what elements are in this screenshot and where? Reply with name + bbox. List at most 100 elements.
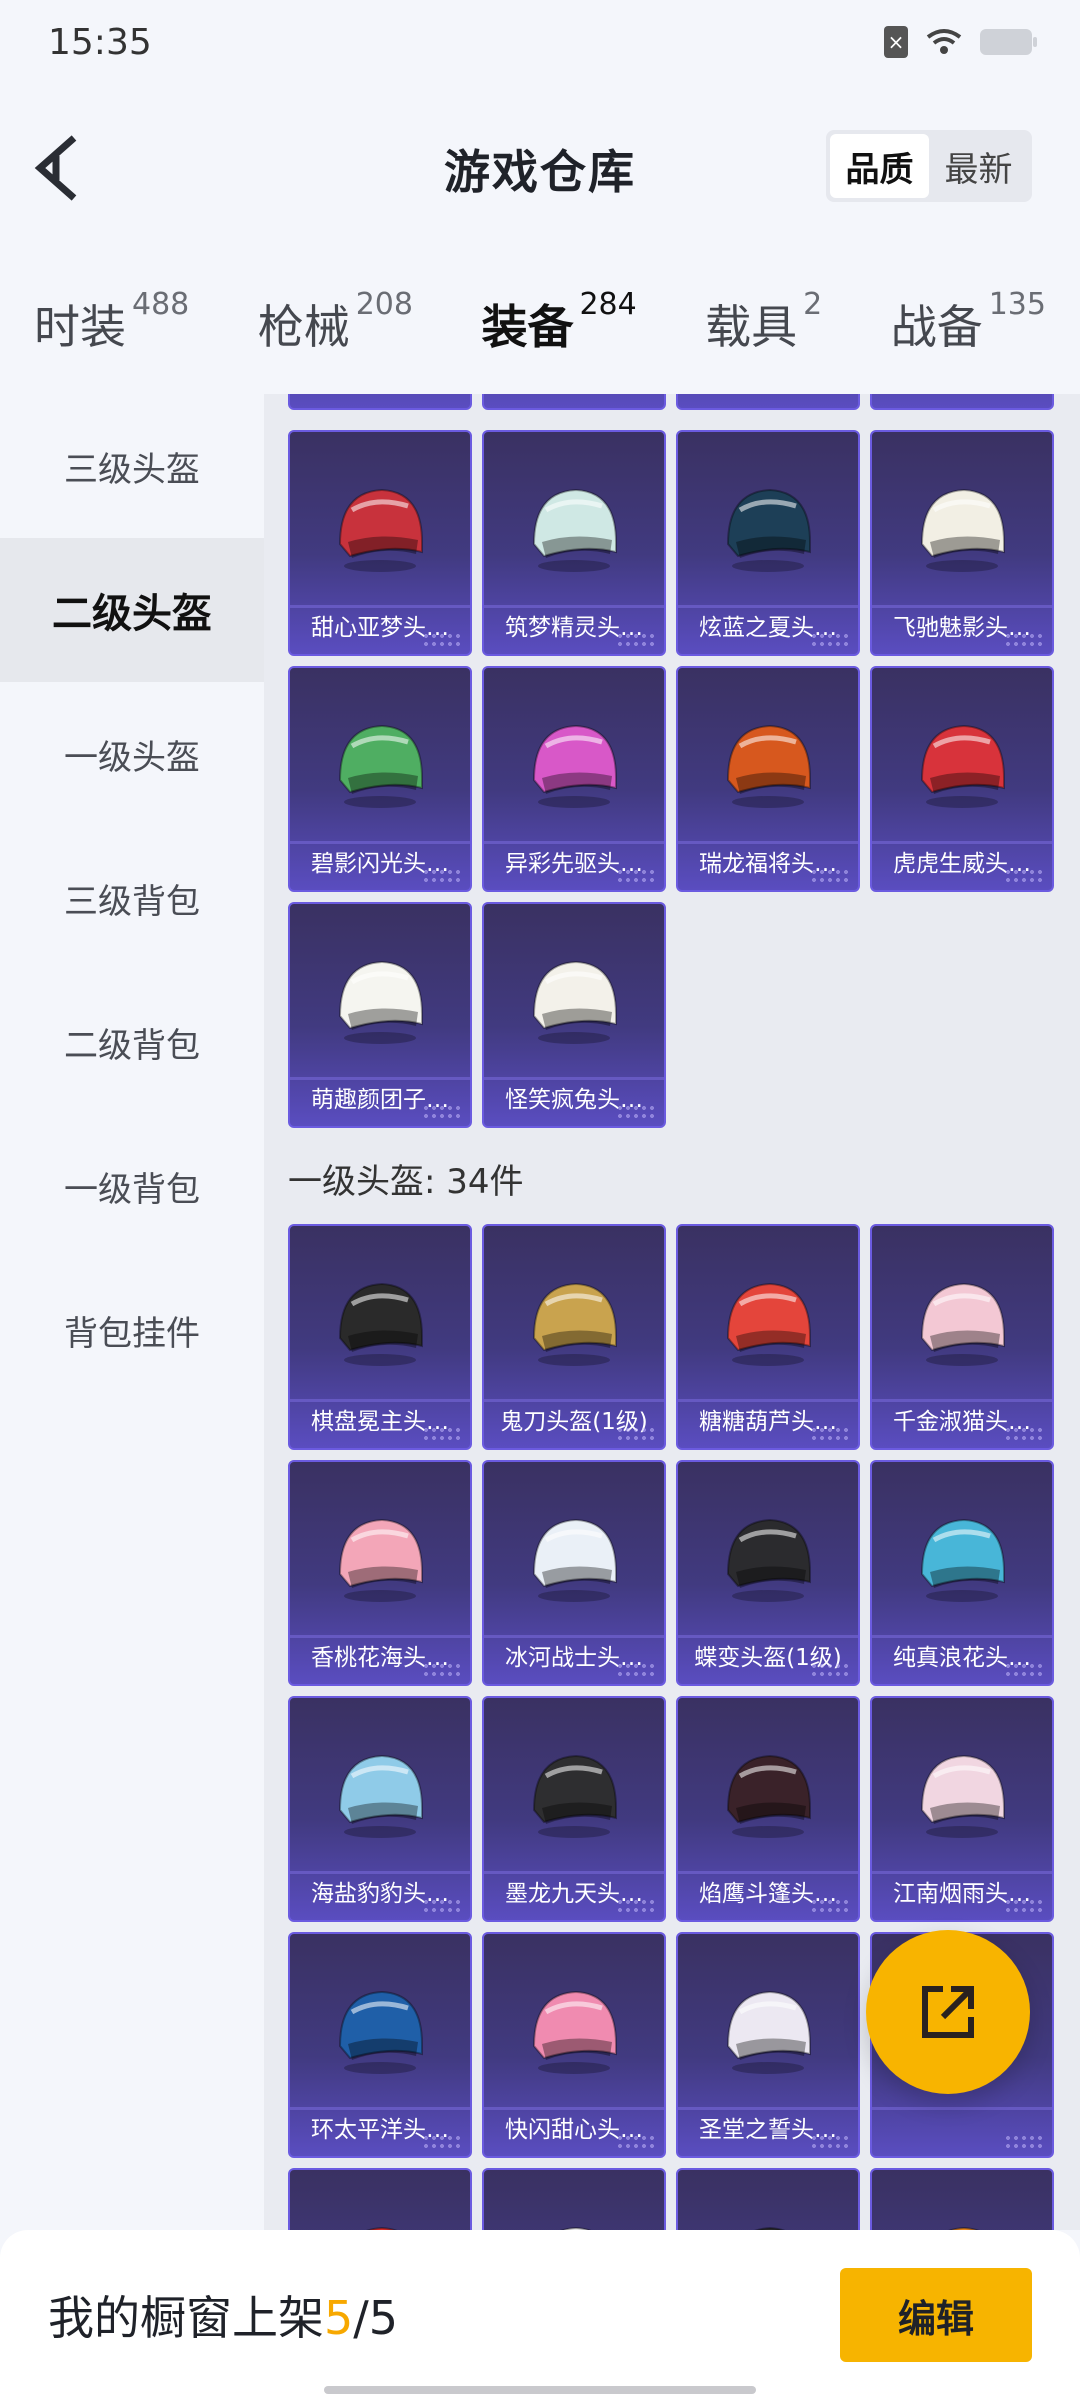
level1-item-card[interactable]: 棋盘冕主头… xyxy=(288,1224,472,1450)
status-time: 15:35 xyxy=(48,21,152,63)
level1-item-card[interactable]: 鬼刀头盔(1级) xyxy=(482,1224,666,1450)
status-icons: × xyxy=(884,26,1037,58)
level1-item-card[interactable] xyxy=(676,2168,860,2230)
tab-equipment[interactable]: 装备 284 xyxy=(481,287,637,405)
tab-supplies[interactable]: 战备 135 xyxy=(890,287,1046,357)
sidebar-item-level3-helmet[interactable]: 三级头盔 xyxy=(0,394,264,538)
level2-item-card[interactable]: 炫蓝之夏头… xyxy=(676,430,860,656)
sidebar-item-level1-helmet[interactable]: 一级头盔 xyxy=(0,682,264,826)
helmet-icon xyxy=(524,482,624,574)
helmet-icon xyxy=(524,954,624,1046)
level1-item-card[interactable]: 海盐豹豹头… xyxy=(288,1696,472,1922)
level2-item-card[interactable]: 甜心亚梦头… xyxy=(288,430,472,656)
tab-vehicles[interactable]: 载具 2 xyxy=(705,287,822,357)
page-title: 游戏仓库 xyxy=(444,145,636,199)
sidebar-item-level2-backpack[interactable]: 二级背包 xyxy=(0,970,264,1114)
sidebar-item-level3-backpack[interactable]: 三级背包 xyxy=(0,826,264,970)
level1-item-card[interactable]: 圣堂之誓头… xyxy=(676,1932,860,2158)
helmet-icon xyxy=(718,1984,818,2076)
level1-item-card[interactable]: 千金淑猫头… xyxy=(870,1224,1054,1450)
helmet-icon xyxy=(524,1276,624,1368)
level2-item-card[interactable]: 怪笑疯兔头… xyxy=(482,902,666,1128)
back-icon[interactable] xyxy=(30,128,90,208)
card-pattern xyxy=(810,1426,850,1440)
share-button[interactable] xyxy=(866,1930,1030,2094)
helmet-icon xyxy=(524,1512,624,1604)
helmet-icon xyxy=(912,482,1012,574)
showcase-total: /5 xyxy=(353,2291,399,2345)
level2-item-card[interactable]: 瑞龙福将头… xyxy=(676,666,860,892)
sort-newest-button[interactable]: 最新 xyxy=(929,134,1028,198)
helmet-icon xyxy=(330,482,430,574)
helmet-icon xyxy=(912,1748,1012,1840)
tab-label: 载具 xyxy=(705,300,798,354)
sidebar: 三级头盔 二级头盔 一级头盔 三级背包 二级背包 一级背包 背包挂件 xyxy=(0,394,264,2230)
sidebar-item-level2-helmet[interactable]: 二级头盔 xyxy=(0,538,264,682)
showcase-label: 我的橱窗上架5/5 xyxy=(48,2282,398,2348)
level1-item-card[interactable] xyxy=(482,2168,666,2230)
helmet-icon xyxy=(524,718,624,810)
partial-item-card[interactable] xyxy=(482,394,666,410)
level2-helmet-grid: 甜心亚梦头… 筑梦精灵头… 炫蓝之夏头… 飞驰魅影头… 碧影闪光头… 异彩先驱头… 瑞龙福将… xyxy=(288,430,1054,1128)
card-pattern xyxy=(616,1426,656,1440)
partial-item-card[interactable] xyxy=(288,394,472,410)
card-pattern xyxy=(422,868,462,882)
card-pattern xyxy=(616,868,656,882)
helmet-icon xyxy=(330,1984,430,2076)
level1-item-card[interactable]: 糖糖葫芦头… xyxy=(676,1224,860,1450)
level1-item-card[interactable]: 墨龙九天头… xyxy=(482,1696,666,1922)
card-pattern xyxy=(810,1662,850,1676)
card-pattern xyxy=(422,632,462,646)
level2-item-card[interactable]: 飞驰魅影头… xyxy=(870,430,1054,656)
level1-item-card[interactable]: 焰鹰斗篷头… xyxy=(676,1696,860,1922)
tab-count: 135 xyxy=(988,287,1046,322)
level1-item-card[interactable]: 蝶变头盔(1级) xyxy=(676,1460,860,1686)
status-bar: 15:35 × xyxy=(0,0,1080,84)
sim-icon: × xyxy=(884,26,908,58)
card-pattern xyxy=(616,1898,656,1912)
level2-item-card[interactable]: 异彩先驱头… xyxy=(482,666,666,892)
showcase-label-text: 我的橱窗上架 xyxy=(48,2291,324,2345)
showcase-count: 5 xyxy=(324,2291,354,2345)
sort-quality-button[interactable]: 品质 xyxy=(830,134,929,198)
card-pattern xyxy=(616,2134,656,2148)
tab-fashion[interactable]: 时装 488 xyxy=(34,287,189,357)
card-pattern xyxy=(422,1662,462,1676)
helmet-icon xyxy=(330,2220,430,2230)
tab-label: 战备 xyxy=(890,300,983,354)
card-pattern xyxy=(616,1662,656,1676)
level2-item-card[interactable]: 萌趣颜团子… xyxy=(288,902,472,1128)
helmet-icon xyxy=(912,718,1012,810)
level1-item-card[interactable]: 快闪甜心头… xyxy=(482,1932,666,2158)
sidebar-item-level1-backpack[interactable]: 一级背包 xyxy=(0,1114,264,1258)
level2-item-card[interactable]: 筑梦精灵头… xyxy=(482,430,666,656)
partial-item-card[interactable] xyxy=(870,394,1054,410)
helmet-icon xyxy=(912,1512,1012,1604)
level1-item-card[interactable] xyxy=(288,2168,472,2230)
helmet-icon xyxy=(330,1512,430,1604)
card-pattern xyxy=(1004,632,1044,646)
level1-item-card[interactable]: 江南烟雨头… xyxy=(870,1696,1054,1922)
level2-item-card[interactable]: 虎虎生威头… xyxy=(870,666,1054,892)
level2-item-card[interactable]: 碧影闪光头… xyxy=(288,666,472,892)
card-pattern xyxy=(810,1898,850,1912)
level1-item-card[interactable]: 纯真浪花头… xyxy=(870,1460,1054,1686)
helmet-icon xyxy=(912,2220,1012,2230)
level1-item-card[interactable]: 环太平洋头… xyxy=(288,1932,472,2158)
helmet-icon xyxy=(718,718,818,810)
sidebar-item-backpack-charm[interactable]: 背包挂件 xyxy=(0,1258,264,1402)
tab-count: 208 xyxy=(355,287,413,322)
sort-toggle: 品质 最新 xyxy=(826,130,1032,202)
tab-count: 2 xyxy=(803,287,823,322)
share-icon xyxy=(922,1986,974,2038)
helmet-icon xyxy=(330,718,430,810)
level1-item-card[interactable] xyxy=(870,2168,1054,2230)
partial-item-card[interactable] xyxy=(676,394,860,410)
helmet-icon xyxy=(718,1512,818,1604)
level1-item-card[interactable]: 冰河战士头… xyxy=(482,1460,666,1686)
tab-guns[interactable]: 枪械 208 xyxy=(258,287,413,357)
card-pattern xyxy=(1004,1426,1044,1440)
edit-button[interactable]: 编辑 xyxy=(840,2268,1032,2362)
level1-item-card[interactable]: 香桃花海头… xyxy=(288,1460,472,1686)
card-pattern xyxy=(810,868,850,882)
